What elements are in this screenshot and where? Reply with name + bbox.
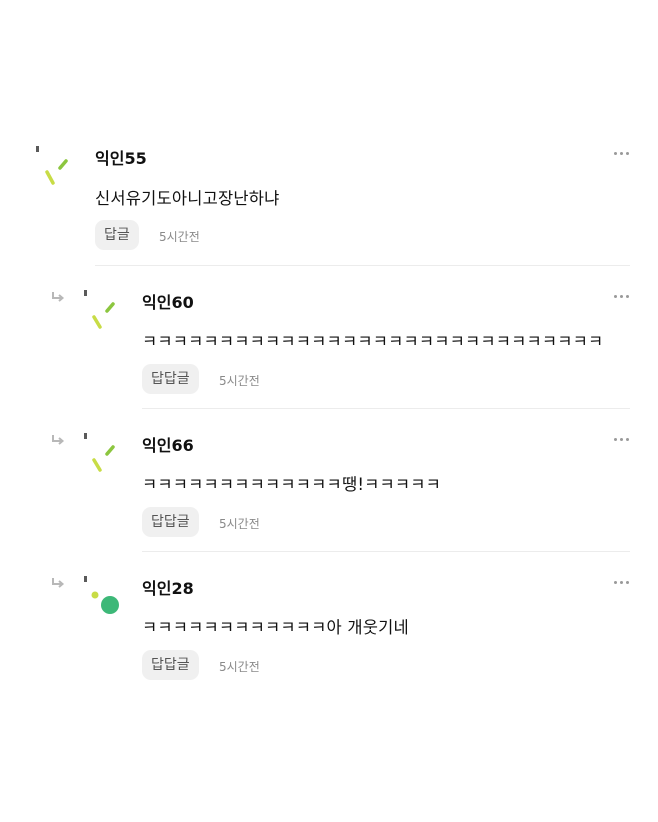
more-options-icon[interactable] <box>614 437 632 443</box>
avatar[interactable] <box>84 433 124 477</box>
author-name[interactable]: 익인28 <box>142 575 194 599</box>
avatar[interactable] <box>36 146 76 190</box>
timestamp: 5시간전 <box>219 517 260 531</box>
comment-text: 신서유기도아니고장난하냐 <box>95 189 280 208</box>
reply-button[interactable]: 답답글 <box>142 364 199 394</box>
timestamp: 5시간전 <box>219 660 260 674</box>
reply-arrow-icon <box>52 578 65 588</box>
more-options-icon[interactable] <box>614 151 632 157</box>
reply-button[interactable]: 답답글 <box>142 650 199 680</box>
author-name[interactable]: 익인66 <box>142 432 194 456</box>
more-options-icon[interactable] <box>614 580 632 586</box>
more-options-icon[interactable] <box>614 294 632 300</box>
divider <box>142 551 630 552</box>
reply-button[interactable]: 답글 <box>95 220 139 250</box>
divider <box>95 265 630 266</box>
reply-arrow-icon <box>52 292 65 302</box>
divider <box>142 408 630 409</box>
author-name[interactable]: 익인55 <box>95 145 147 169</box>
comment-text: ㅋㅋㅋㅋㅋㅋㅋㅋㅋㅋㅋㅋㅋ땡!ㅋㅋㅋㅋㅋ <box>142 475 442 494</box>
timestamp: 5시간전 <box>219 374 260 388</box>
comment-text: ㅋㅋㅋㅋㅋㅋㅋㅋㅋㅋㅋㅋㅋㅋㅋㅋㅋㅋㅋㅋㅋㅋㅋㅋㅋㅋㅋㅋㅋㅋ <box>142 332 604 351</box>
comment-thread: 익인55 신서유기도아니고장난하냐 답글 5시간전 익인60 ㅋㅋㅋㅋㅋㅋㅋㅋㅋ… <box>0 0 658 822</box>
reply-button[interactable]: 답답글 <box>142 507 199 537</box>
reply-arrow-icon <box>52 435 65 445</box>
avatar[interactable] <box>84 290 124 334</box>
comment-text: ㅋㅋㅋㅋㅋㅋㅋㅋㅋㅋㅋㅋ아 개웃기네 <box>142 618 409 637</box>
timestamp: 5시간전 <box>159 230 200 244</box>
author-name[interactable]: 익인60 <box>142 289 194 313</box>
avatar[interactable] <box>84 576 124 620</box>
